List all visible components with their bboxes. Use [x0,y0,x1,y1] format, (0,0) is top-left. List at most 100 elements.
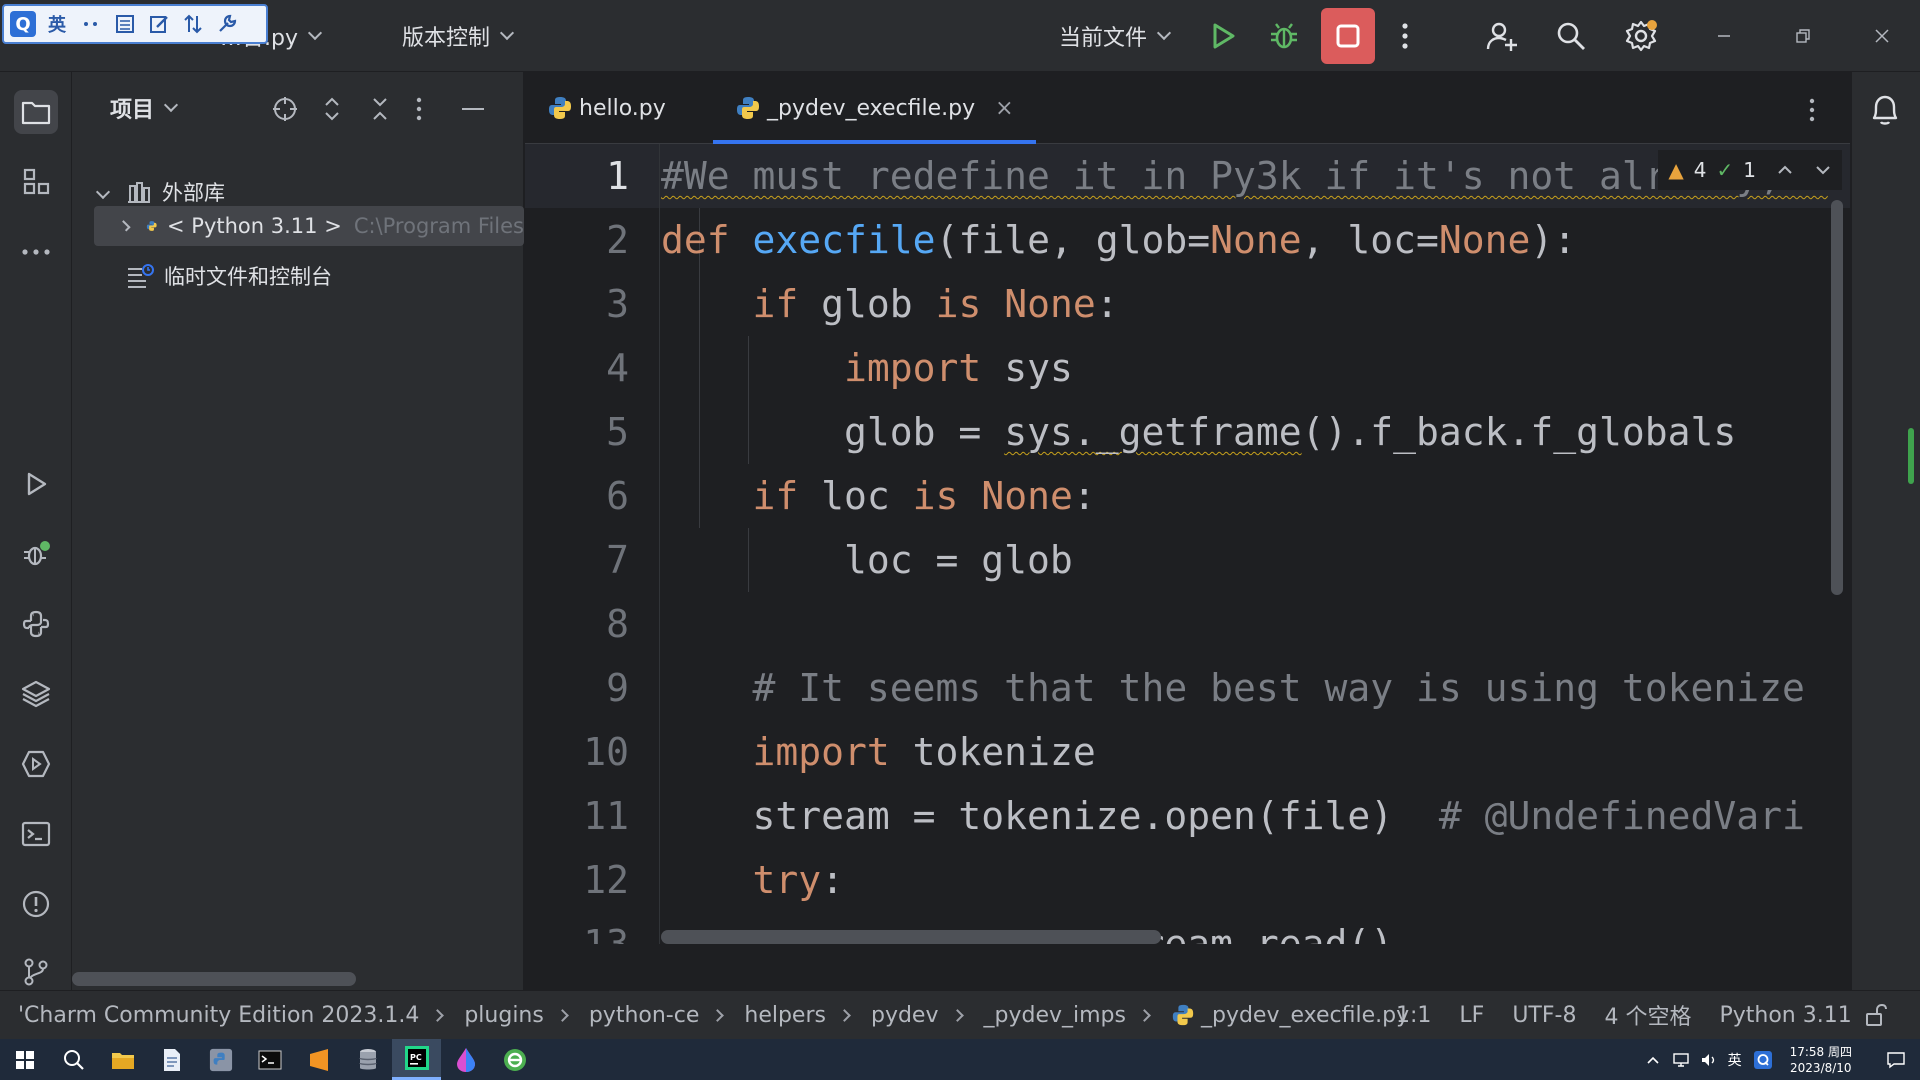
ime-handwrite-icon[interactable] [146,11,172,37]
run-tool-button[interactable] [14,462,58,506]
sublime-icon [309,1048,328,1071]
taskbar-file-explorer[interactable] [98,1039,147,1080]
more-tools-button[interactable] [14,230,58,274]
file-encoding[interactable]: UTF-8 [1512,1003,1576,1028]
clock[interactable]: 17:58 周四 2023/8/10 [1790,1044,1852,1076]
chevron-up-icon[interactable] [1776,164,1794,176]
run-button[interactable] [1208,0,1238,72]
taskbar-sublime[interactable] [294,1039,343,1080]
breadcrumb-item[interactable]: 'Charm Community Edition 2023.1.4 [18,1003,419,1028]
vcs-menu[interactable]: 版本控制 [402,0,515,72]
settings-button[interactable] [1624,0,1658,72]
code-text: tokenize [889,730,1096,774]
breadcrumb-item[interactable]: helpers [744,1003,826,1028]
terminal-button[interactable] [14,812,58,856]
tree-item-label: < Python 3.11 > [167,214,342,238]
taskbar-search-button[interactable] [49,1039,98,1080]
collapse-all-button[interactable] [370,96,390,126]
close-tab-icon[interactable]: × [995,96,1013,121]
project-options-button[interactable] [414,96,424,126]
network-icon[interactable] [1672,1052,1690,1068]
python-packages-button[interactable] [14,672,58,716]
problems-button[interactable] [14,882,58,926]
os-taskbar: PC 英 17:58 周四 2023/8/10 [0,1039,1920,1080]
search-everywhere-button[interactable] [1555,0,1587,72]
debug-tool-button[interactable] [14,532,58,576]
stop-button[interactable] [1321,8,1375,64]
ime-icon[interactable] [1753,1050,1772,1069]
run-icon [1213,23,1235,49]
ime-search-icon[interactable]: Q [10,11,36,37]
taskbar-color-app[interactable] [441,1039,490,1080]
layers-icon [21,680,51,708]
readonly-toggle[interactable] [1864,1003,1888,1033]
ime-punctuation-icon[interactable] [78,11,104,37]
debug-button[interactable] [1268,0,1300,72]
chevron-right-icon [950,1008,964,1022]
horizontal-scrollbar[interactable] [72,972,356,986]
minimize-button[interactable] [1717,0,1731,72]
more-actions-button[interactable] [1400,0,1410,72]
breadcrumb-item[interactable]: _pydev_execfile.py [1201,1003,1409,1028]
taskbar-python-app[interactable] [196,1039,245,1080]
structure-tool-button[interactable] [14,160,58,204]
taskbar-database[interactable] [343,1039,392,1080]
taskbar-terminal[interactable] [245,1039,294,1080]
code-text: glob [798,282,936,326]
ime-lang-toggle[interactable]: 英 [44,11,70,37]
locate-file-button[interactable] [272,96,298,126]
keyword: None [1004,282,1096,326]
line-number-gutter: 1 2 3 4 5 6 7 8 9 10 11 12 13 [525,144,660,944]
close-window-button[interactable] [1874,0,1890,72]
code-editor[interactable]: 1 2 3 4 5 6 7 8 9 10 11 12 13 #We must r… [525,144,1850,944]
database-icon [358,1048,377,1069]
tree-item-python-sdk[interactable]: < Python 3.11 > C:\Program Files [94,206,524,246]
tab-options-button[interactable] [1807,98,1817,126]
run-config-selector[interactable]: 当前文件 [1059,0,1172,72]
inspection-widget[interactable]: ▲ 4 ✓ 1 [1658,150,1842,190]
code-text: , loc= [1301,218,1439,262]
comment-text: # @UndefinedVari [1438,794,1805,838]
ime-softkeyboard-icon[interactable] [112,11,138,37]
editor-vertical-scrollbar[interactable] [1831,200,1843,595]
status-widgets: 1:1 LF UTF-8 4 个空格 Python 3.11 [1396,999,1852,1031]
ime-settings-icon[interactable] [214,11,240,37]
breadcrumb-item[interactable]: _pydev_imps [984,1003,1126,1028]
version-control-button[interactable] [14,950,58,994]
code-with-me-button[interactable] [1485,0,1519,72]
project-view-selector[interactable]: 项目 [110,92,179,124]
notifications-button[interactable] [1868,92,1902,132]
hide-panel-button[interactable] [460,96,486,126]
chevron-down-icon[interactable] [1814,164,1832,176]
tab-pydev-execfile-py[interactable]: _pydev_execfile.py × [713,72,1036,144]
project-title: 项目 [110,98,155,123]
restore-button[interactable] [1796,0,1810,72]
project-tool-button[interactable] [14,90,58,134]
line-number: 9 [606,666,629,710]
tree-item-scratches[interactable]: 临时文件和控制台 [92,256,332,296]
start-button[interactable] [0,1039,49,1080]
python-console-button[interactable] [14,602,58,646]
ime-convert-icon[interactable] [180,11,206,37]
interpreter-selector[interactable]: Python 3.11 [1719,1003,1851,1028]
taskbar-browser[interactable] [490,1039,539,1080]
breadcrumb-item[interactable]: pydev [871,1003,939,1028]
indent-setting[interactable]: 4 个空格 [1604,999,1691,1031]
tab-hello-py[interactable]: hello.py [547,72,666,144]
input-language[interactable]: 英 [1728,1050,1742,1070]
bug-icon [1271,23,1297,49]
caret-position[interactable]: 1:1 [1396,1003,1431,1028]
expand-all-button[interactable] [322,96,342,126]
chevron-up-icon[interactable] [1646,1055,1660,1065]
line-separator[interactable]: LF [1459,1003,1484,1028]
taskbar-pycharm[interactable]: PC [392,1039,441,1080]
services-button[interactable] [14,742,58,786]
breadcrumb-item[interactable]: plugins [464,1003,544,1028]
breadcrumb-item[interactable]: python-ce [589,1003,700,1028]
editor-horizontal-scrollbar[interactable] [661,930,1161,944]
volume-icon[interactable] [1700,1052,1718,1068]
line-number: 13 [583,922,629,944]
taskbar-notepad[interactable] [147,1039,196,1080]
notification-center-icon[interactable] [1886,1051,1906,1069]
git-branch-icon [24,958,48,986]
